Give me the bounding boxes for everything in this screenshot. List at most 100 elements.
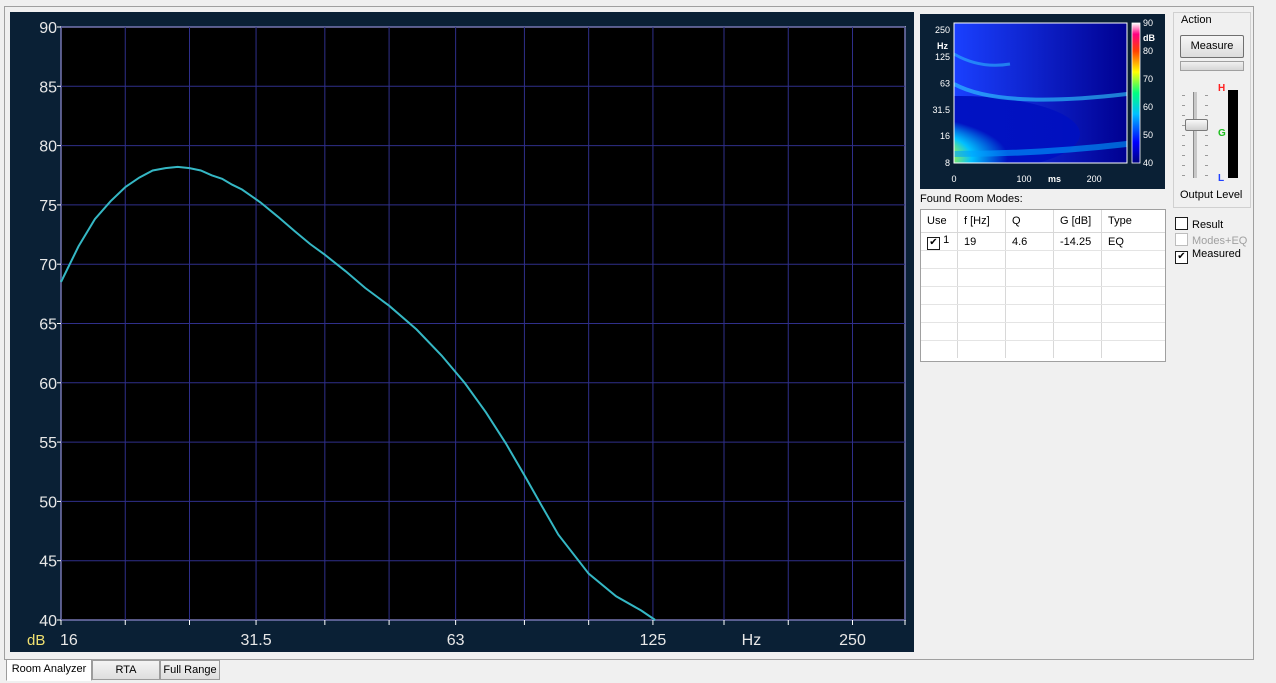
empty-row bbox=[921, 286, 1165, 305]
x-axis-unit: Hz bbox=[742, 632, 762, 649]
x-tick-label: 31.5 bbox=[240, 632, 271, 649]
slider-tick-mark bbox=[1205, 115, 1208, 116]
waterfall-y-tick: 31.5 bbox=[932, 105, 950, 115]
col-type[interactable]: Type bbox=[1101, 210, 1165, 233]
slider-tick-mark bbox=[1205, 145, 1208, 146]
slider-tick-mark bbox=[1205, 95, 1208, 96]
waterfall-panel: 250 125 63 31.5 16 8 0 100 200 90 80 70 60 50 40 Hz … bbox=[920, 14, 1165, 189]
empty-row bbox=[921, 340, 1165, 358]
frequency-response-panel: 90 85 80 75 70 65 60 55 50 45 40 16 31.5 63 125 250 Hz … bbox=[10, 12, 914, 652]
modes-eq-option[interactable]: Modes+EQ bbox=[1175, 233, 1247, 247]
col-gain[interactable]: G [dB] bbox=[1053, 210, 1102, 233]
y-tick-label: 65 bbox=[39, 317, 57, 334]
x-tick-label: 16 bbox=[60, 632, 78, 649]
slider-tick-mark bbox=[1205, 135, 1208, 136]
x-tick-label: 63 bbox=[447, 632, 465, 649]
slider-tick-mark bbox=[1182, 155, 1185, 156]
waterfall-y-tick: 125 bbox=[935, 52, 950, 62]
waterfall-y-tick: 16 bbox=[940, 131, 950, 141]
slider-tick-mark bbox=[1182, 115, 1185, 116]
x-tick-label: 250 bbox=[839, 632, 866, 649]
room-modes-header: Use f [Hz] Q G [dB] Type bbox=[921, 210, 1165, 233]
empty-row bbox=[921, 250, 1165, 269]
y-tick-label: 85 bbox=[39, 79, 57, 96]
slider-tick-mark bbox=[1205, 165, 1208, 166]
waterfall-x-tick: 200 bbox=[1087, 174, 1102, 184]
slider-tick-mark bbox=[1182, 135, 1185, 136]
waterfall-y-tick: 8 bbox=[945, 158, 950, 168]
tab-rta[interactable]: RTA bbox=[92, 660, 160, 680]
result-option[interactable]: Result bbox=[1175, 217, 1223, 231]
slider-tick-mark bbox=[1205, 105, 1208, 106]
use-cell: ✔ 1 bbox=[921, 232, 958, 251]
modes-eq-checkbox[interactable] bbox=[1175, 233, 1188, 246]
mode-use-checkbox[interactable]: ✔ bbox=[927, 236, 940, 250]
measure-button[interactable]: Measure bbox=[1180, 35, 1244, 58]
measure-progress-bar bbox=[1180, 61, 1244, 71]
x-tick-label: 125 bbox=[640, 632, 667, 649]
measured-option[interactable]: ✔ Measured bbox=[1175, 248, 1241, 264]
y-tick-label: 60 bbox=[39, 376, 57, 393]
output-level-slider-thumb[interactable] bbox=[1185, 119, 1208, 131]
col-frequency[interactable]: f [Hz] bbox=[957, 210, 1006, 233]
y-tick-label: 50 bbox=[39, 494, 57, 511]
measured-checkbox[interactable]: ✔ bbox=[1175, 251, 1188, 264]
col-use[interactable]: Use bbox=[921, 210, 958, 233]
colorbar-tick: 90 bbox=[1143, 18, 1153, 28]
colorbar-tick: 40 bbox=[1143, 158, 1153, 168]
slider-tick-mark bbox=[1182, 95, 1185, 96]
y-tick-label: 55 bbox=[39, 435, 57, 452]
colorbar-tick: 60 bbox=[1143, 102, 1153, 112]
colorbar bbox=[1131, 22, 1141, 164]
meter-high-label: H bbox=[1218, 83, 1226, 94]
y-tick-label: 40 bbox=[39, 613, 57, 630]
waterfall-x-unit: ms bbox=[1048, 174, 1061, 184]
output-level-label: Output Level bbox=[1180, 189, 1243, 201]
output-level-meter bbox=[1228, 90, 1238, 178]
mode-index: 1 bbox=[943, 233, 950, 246]
colorbar-tick: 50 bbox=[1143, 130, 1153, 140]
slider-tick-mark bbox=[1205, 175, 1208, 176]
empty-row bbox=[921, 268, 1165, 287]
result-checkbox[interactable] bbox=[1175, 217, 1188, 230]
y-tick-label: 90 bbox=[39, 20, 57, 37]
type-cell: EQ bbox=[1101, 232, 1165, 251]
waterfall-chart: 2501256331.5168 0 100 200 908070605040 Hz … bbox=[932, 18, 1155, 184]
result-label: Result bbox=[1192, 219, 1224, 231]
slider-tick-mark bbox=[1182, 165, 1185, 166]
waterfall-y-unit: Hz bbox=[937, 41, 948, 51]
q-cell: 4.6 bbox=[1005, 232, 1054, 251]
slider-tick-mark bbox=[1182, 175, 1185, 176]
slider-tick-mark bbox=[1205, 155, 1208, 156]
colorbar-tick: 80 bbox=[1143, 46, 1153, 56]
meter-good-label: G bbox=[1218, 128, 1226, 139]
y-tick-label: 80 bbox=[39, 139, 57, 156]
waterfall-y-tick: 250 bbox=[935, 25, 950, 35]
tab-room-analyzer[interactable]: Room Analyzer bbox=[6, 659, 92, 681]
waterfall-x-tick: 0 bbox=[951, 174, 956, 184]
gain-cell: -14.25 bbox=[1053, 232, 1102, 251]
slider-tick-mark bbox=[1182, 145, 1185, 146]
y-tick-label: 75 bbox=[39, 198, 57, 215]
waterfall-y-tick: 63 bbox=[940, 78, 950, 88]
table-row[interactable]: ✔ 1 19 4.6 -14.25 EQ bbox=[921, 232, 1165, 251]
tab-full-range[interactable]: Full Range bbox=[160, 660, 220, 680]
col-q[interactable]: Q bbox=[1005, 210, 1054, 233]
y-axis-unit: dB bbox=[27, 632, 45, 649]
room-modes-title: Found Room Modes: bbox=[920, 193, 1023, 205]
y-tick-label: 70 bbox=[39, 257, 57, 274]
frequency-cell: 19 bbox=[957, 232, 1006, 251]
empty-row bbox=[921, 322, 1165, 341]
meter-low-label: L bbox=[1218, 173, 1225, 184]
modes-eq-label: Modes+EQ bbox=[1192, 235, 1248, 247]
colorbar-tick: 70 bbox=[1143, 74, 1153, 84]
waterfall-x-tick: 100 bbox=[1017, 174, 1032, 184]
output-level-slider-track[interactable] bbox=[1193, 92, 1197, 178]
action-title: Action bbox=[1180, 14, 1213, 26]
room-modes-table: Use f [Hz] Q G [dB] Type ✔ 1 19 4.6 -14.… bbox=[920, 209, 1166, 362]
frequency-response-chart: 9085807570656055504540 16 31.5 63 125 250Hz … bbox=[27, 20, 906, 649]
y-tick-label: 45 bbox=[39, 554, 57, 571]
colorbar-unit: dB bbox=[1143, 33, 1155, 43]
measured-label: Measured bbox=[1192, 248, 1241, 260]
empty-row bbox=[921, 304, 1165, 323]
